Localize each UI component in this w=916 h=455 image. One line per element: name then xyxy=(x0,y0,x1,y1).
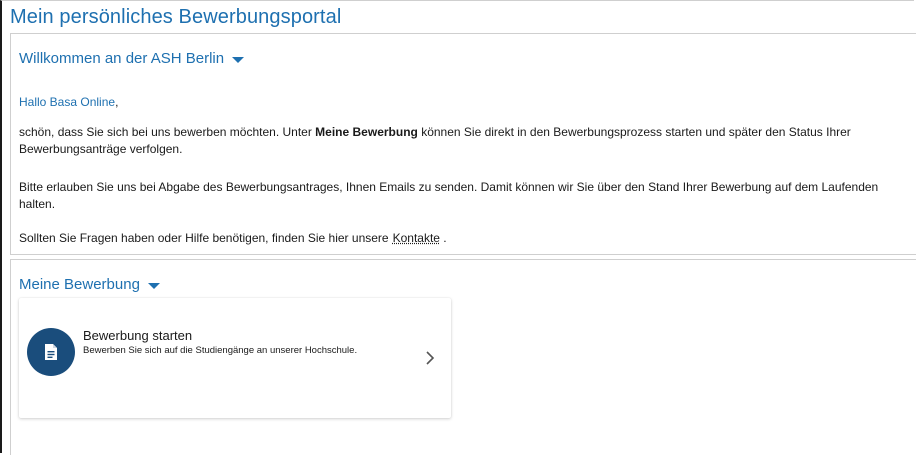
welcome-panel-toggle[interactable]: Willkommen an der ASH Berlin xyxy=(19,50,245,67)
intro-bold-term: Meine Bewerbung xyxy=(315,125,418,139)
page-title: Mein persönliches Bewerbungsportal xyxy=(10,6,342,28)
application-heading: Meine Bewerbung xyxy=(19,276,140,293)
chevron-down-icon xyxy=(147,282,160,289)
greeting: Hallo Basa Online, xyxy=(19,95,118,109)
chevron-right-icon xyxy=(425,350,435,371)
contacts-link[interactable]: Kontakte xyxy=(393,231,440,245)
document-icon xyxy=(27,328,75,376)
card-subtitle: Bewerben Sie sich auf die Studiengänge a… xyxy=(83,345,358,356)
chevron-down-icon xyxy=(232,56,245,63)
email-consent-paragraph: Bitte erlauben Sie uns bei Abgabe des Be… xyxy=(19,180,879,211)
card-title: Bewerbung starten xyxy=(83,328,193,343)
welcome-heading: Willkommen an der ASH Berlin xyxy=(19,50,225,67)
intro-paragraph: schön, dass Sie sich bei uns bewerben mö… xyxy=(19,124,906,158)
application-panel: Meine Bewerbung Bewerbung starten Bewerb… xyxy=(10,259,916,455)
greeting-name: Hallo Basa Online xyxy=(19,95,116,109)
greeting-comma: , xyxy=(115,95,119,109)
application-panel-toggle[interactable]: Meine Bewerbung xyxy=(19,276,160,293)
start-application-card[interactable]: Bewerbung starten Bewerben Sie sich auf … xyxy=(19,298,451,418)
help-text: Sollten Sie Fragen haben oder Hilfe benö… xyxy=(19,231,389,245)
help-paragraph: Sollten Sie Fragen haben oder Hilfe benö… xyxy=(19,230,906,247)
intro-text-before: schön, dass Sie sich bei uns bewerben mö… xyxy=(19,125,316,139)
help-text-end: . xyxy=(439,231,447,245)
welcome-panel: Willkommen an der ASH Berlin Hallo Basa … xyxy=(10,33,916,255)
